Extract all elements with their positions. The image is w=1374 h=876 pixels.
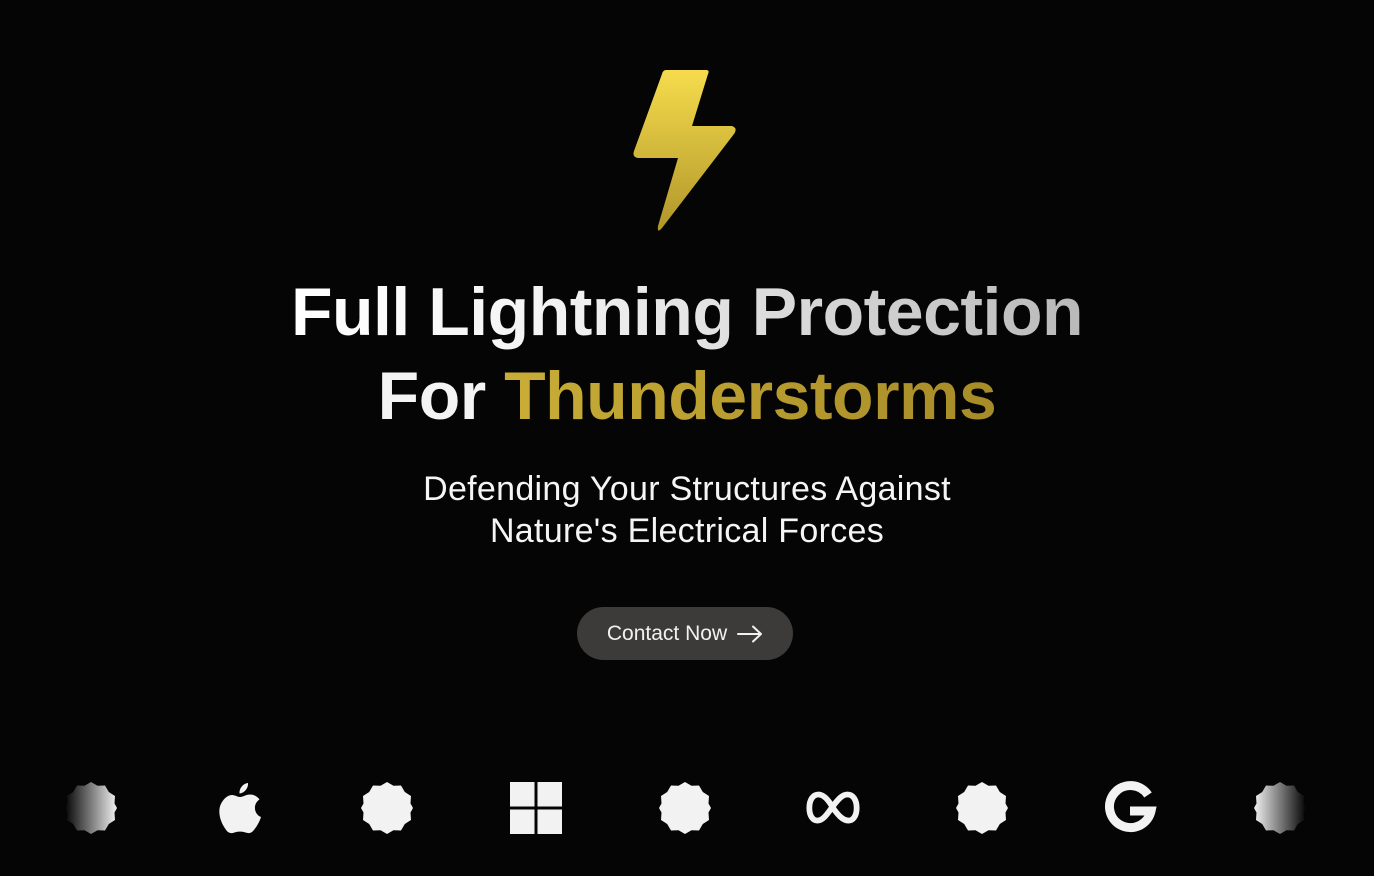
subtitle-line-2: Nature's Electrical Forces — [489, 512, 885, 550]
hero-subtitle: Defending Your Structures Against Nature… — [0, 468, 1374, 552]
badge-icon — [359, 780, 415, 836]
arrow-right-icon — [737, 625, 763, 642]
badge-icon — [63, 780, 119, 836]
windows-logo-icon — [508, 780, 564, 836]
lightning-bolt-icon — [633, 70, 736, 231]
hero-headline: Full Lightning Protection For Thundersto… — [0, 270, 1374, 438]
apple-logo-icon — [212, 780, 268, 836]
meta-logo-icon — [805, 780, 861, 836]
headline-line-1: Full Lightning Protection — [291, 270, 1084, 354]
badge-icon — [954, 780, 1010, 836]
partner-logos-strip — [0, 780, 1374, 836]
subtitle-line-1: Defending Your Structures Against — [423, 470, 951, 508]
google-logo-icon — [1102, 780, 1158, 836]
headline-accent: Thunderstorms — [504, 358, 997, 434]
headline-for: For — [377, 358, 487, 434]
contact-now-button[interactable]: Contact Now — [577, 607, 793, 660]
badge-icon — [1252, 780, 1308, 836]
contact-now-label: Contact Now — [606, 621, 728, 645]
badge-icon — [657, 780, 713, 836]
